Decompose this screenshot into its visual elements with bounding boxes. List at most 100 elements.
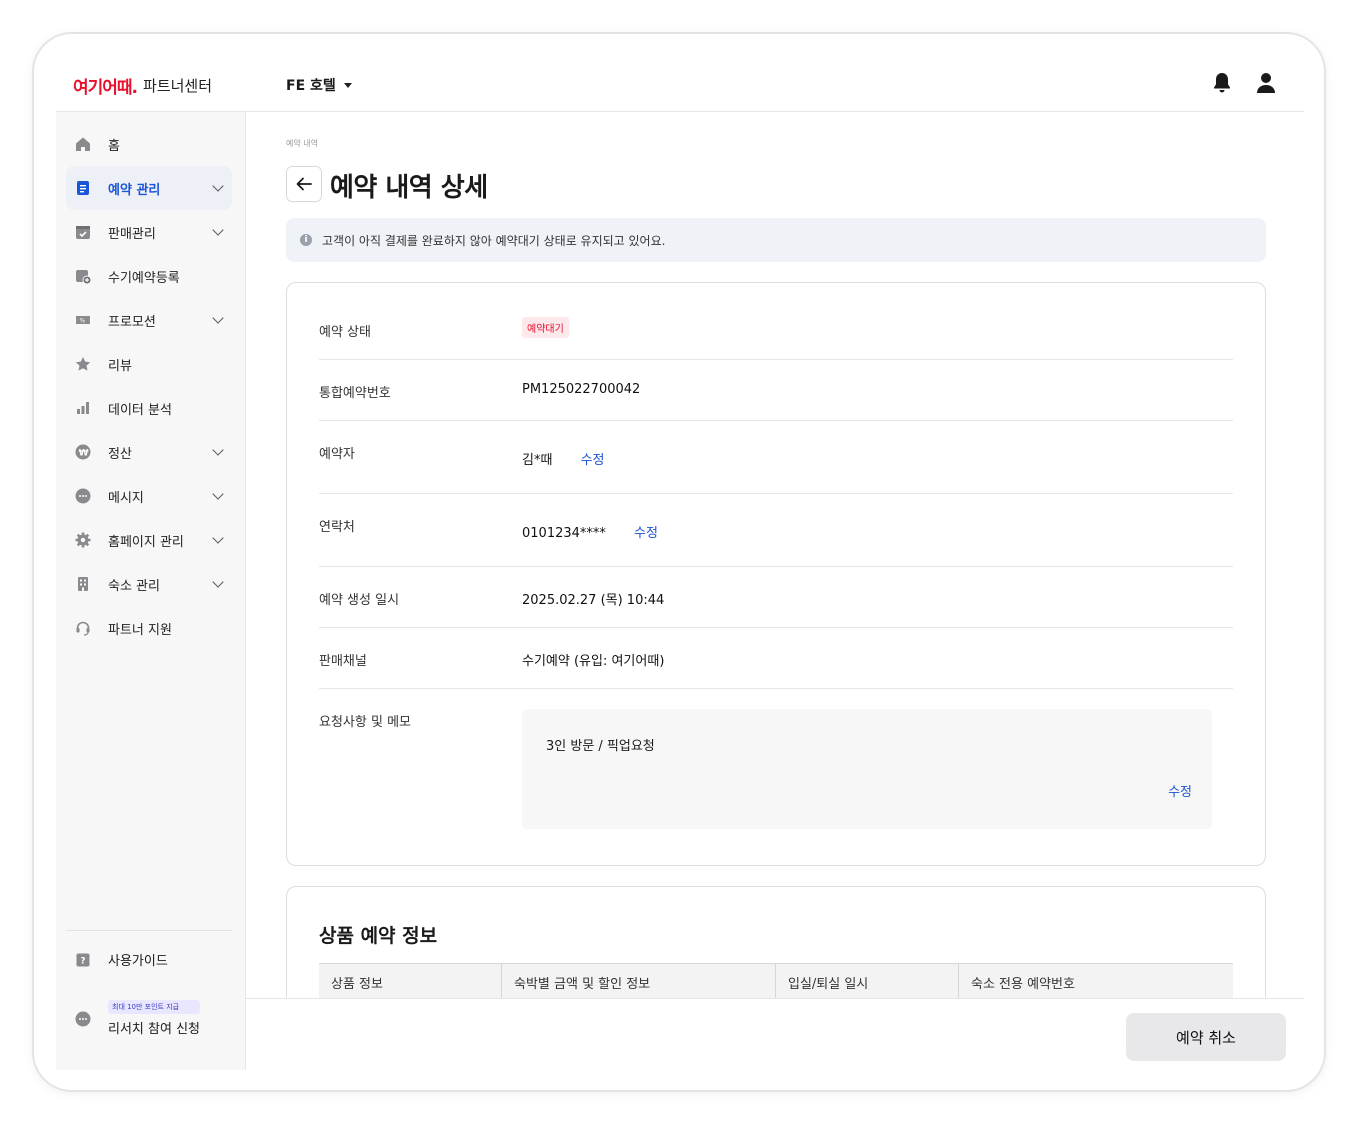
- sidebar: 홈 예약 관리 판매관리 수기예약등록 % 프로모션 리뷰 데이터 분석 ₩ 정…: [56, 112, 246, 1070]
- bottom-action-bar: 예약 취소: [246, 998, 1304, 1070]
- arrow-left-icon: [296, 177, 312, 191]
- back-button[interactable]: [286, 166, 322, 202]
- chevron-down-icon: [212, 180, 224, 192]
- bell-icon[interactable]: [1212, 72, 1232, 94]
- guide-icon: ?: [74, 951, 92, 969]
- sidebar-item-sales[interactable]: 판매관리: [66, 210, 232, 254]
- sidebar-item-label: 메시지: [108, 490, 144, 506]
- contact-value-wrap: 0101234**** 수정: [522, 522, 658, 541]
- chat-bubble-icon: [74, 1010, 92, 1028]
- sidebar-item-label: 판매관리: [108, 226, 156, 242]
- info-icon: i: [300, 234, 312, 246]
- breadcrumb[interactable]: 예약 내역: [286, 138, 318, 149]
- hotel-selector[interactable]: FE 호텔: [286, 75, 352, 95]
- sidebar-item-label: 파트너 지원: [108, 622, 172, 638]
- user-icon[interactable]: [1256, 72, 1276, 94]
- sidebar-item-manual-booking[interactable]: 수기예약등록: [66, 254, 232, 298]
- status-badge: 예약대기: [522, 317, 569, 338]
- calendar-plus-icon: [74, 267, 92, 285]
- sidebar-item-property[interactable]: 숙소 관리: [66, 562, 232, 606]
- table-header-cell: 숙박별 금액 및 할인 정보: [502, 964, 776, 998]
- sidebar-nav: 홈 예약 관리 판매관리 수기예약등록 % 프로모션 리뷰 데이터 분석 ₩ 정…: [66, 122, 232, 650]
- sidebar-item-home[interactable]: 홈: [66, 122, 232, 166]
- contact-value: 0101234****: [522, 526, 606, 541]
- sidebar-item-promotion[interactable]: % 프로모션: [66, 298, 232, 342]
- sidebar-item-settlement[interactable]: ₩ 정산: [66, 430, 232, 474]
- notice-text: 고객이 아직 결제를 완료하지 않아 예약대기 상태로 유지되고 있어요.: [322, 233, 666, 248]
- table-header: 상품 정보 숙박별 금액 및 할인 정보 입실/퇴실 일시 숙소 전용 예약번호: [319, 963, 1233, 998]
- logo-mark: 여기어때.: [73, 78, 138, 98]
- row-sales-channel: 판매채널 수기예약 (유입: 여기어때): [319, 628, 1233, 689]
- chevron-down-icon: [212, 576, 224, 588]
- contact-edit-link[interactable]: 수정: [634, 526, 658, 541]
- main-content: 예약 내역 예약 내역 상세 i 고객이 아직 결제를 완료하지 않아 예약대기…: [246, 112, 1304, 998]
- guest-edit-link[interactable]: 수정: [581, 453, 605, 468]
- row-memo: 요청사항 및 메모 3인 방문 / 픽업요청 수정: [319, 689, 1233, 849]
- sidebar-divider: [66, 930, 232, 931]
- reservation-detail-card: 예약 상태 예약대기 통합예약번호 PM125022700042 예약자 김*때…: [286, 282, 1266, 866]
- section-title: 상품 예약 정보: [319, 925, 438, 947]
- bar-chart-icon: [74, 399, 92, 417]
- svg-text:?: ?: [80, 956, 85, 966]
- logo[interactable]: 여기어때. 파트너센터: [73, 73, 212, 98]
- notice-banner: i 고객이 아직 결제를 완료하지 않아 예약대기 상태로 유지되고 있어요.: [286, 218, 1266, 262]
- chevron-down-icon: [212, 532, 224, 544]
- row-created-at: 예약 생성 일시 2025.02.27 (목) 10:44: [319, 567, 1233, 628]
- sidebar-item-label: 데이터 분석: [108, 402, 172, 418]
- chevron-down-icon: [212, 444, 224, 456]
- coupon-icon: %: [74, 311, 92, 329]
- app-screen: 여기어때. 파트너센터 FE 호텔 홈 예약 관리 판매관리 수기예약등록 % …: [56, 56, 1304, 1070]
- guest-value: 김*때: [522, 453, 553, 468]
- guest-value-wrap: 김*때 수정: [522, 449, 604, 468]
- contact-label: 연락처: [319, 520, 355, 535]
- guest-label: 예약자: [319, 447, 355, 462]
- reservation-number-label: 통합예약번호: [319, 386, 391, 401]
- sidebar-item-label: 프로모션: [108, 314, 156, 330]
- sales-channel-label: 판매채널: [319, 654, 367, 669]
- sidebar-item-message[interactable]: 메시지: [66, 474, 232, 518]
- status-value: 예약대기: [522, 317, 569, 338]
- memo-text: 3인 방문 / 픽업요청: [546, 739, 655, 754]
- gear-icon: [74, 531, 92, 549]
- table-header-cell: 상품 정보: [319, 964, 502, 998]
- chat-icon: [74, 487, 92, 505]
- sidebar-item-label: 수기예약등록: [108, 270, 180, 286]
- row-contact: 연락처 0101234**** 수정: [319, 494, 1233, 567]
- document-icon: [74, 179, 92, 197]
- sidebar-item-review[interactable]: 리뷰: [66, 342, 232, 386]
- svg-text:%: %: [80, 318, 86, 325]
- sales-channel-value: 수기예약 (유입: 여기어때): [522, 654, 665, 669]
- home-icon: [74, 135, 92, 153]
- hotel-name: FE 호텔: [286, 78, 336, 94]
- chevron-down-icon: [212, 224, 224, 236]
- table-header-cell: 입실/퇴실 일시: [776, 964, 959, 998]
- sidebar-item-label: 홈페이지 관리: [108, 534, 184, 550]
- memo-label: 요청사항 및 메모: [319, 715, 411, 730]
- cancel-reservation-button[interactable]: 예약 취소: [1126, 1013, 1286, 1061]
- svg-text:₩: ₩: [79, 449, 89, 459]
- sidebar-item-reservation[interactable]: 예약 관리: [66, 166, 232, 210]
- sidebar-item-partner-support[interactable]: 파트너 지원: [66, 606, 232, 650]
- sidebar-item-user-guide[interactable]: ? 사용가이드: [74, 950, 168, 969]
- logo-text: 파트너센터: [143, 77, 213, 95]
- sidebar-item-label: 예약 관리: [108, 182, 161, 198]
- row-reservation-number: 통합예약번호 PM125022700042: [319, 360, 1233, 421]
- research-badge: 최대 10만 포인트 지급: [108, 1000, 200, 1014]
- sidebar-item-label: 홈: [108, 138, 120, 154]
- table-header-cell: 숙소 전용 예약번호: [971, 976, 1075, 992]
- memo-edit-link[interactable]: 수정: [1168, 781, 1192, 800]
- sidebar-item-analytics[interactable]: 데이터 분석: [66, 386, 232, 430]
- star-icon: [74, 355, 92, 373]
- status-label: 예약 상태: [319, 325, 371, 340]
- chevron-down-icon: [212, 488, 224, 500]
- sidebar-item-homepage[interactable]: 홈페이지 관리: [66, 518, 232, 562]
- page-title: 예약 내역 상세: [330, 173, 488, 203]
- memo-box: 3인 방문 / 픽업요청 수정: [522, 709, 1212, 829]
- guide-label: 사용가이드: [108, 954, 168, 969]
- created-at-label: 예약 생성 일시: [319, 593, 400, 608]
- created-at-value: 2025.02.27 (목) 10:44: [522, 593, 665, 608]
- sidebar-item-label: 리뷰: [108, 358, 132, 374]
- row-status: 예약 상태 예약대기: [319, 283, 1233, 360]
- won-icon: ₩: [74, 443, 92, 461]
- sidebar-item-research[interactable]: 최대 10만 포인트 지급 리서치 참여 신청: [74, 1000, 200, 1037]
